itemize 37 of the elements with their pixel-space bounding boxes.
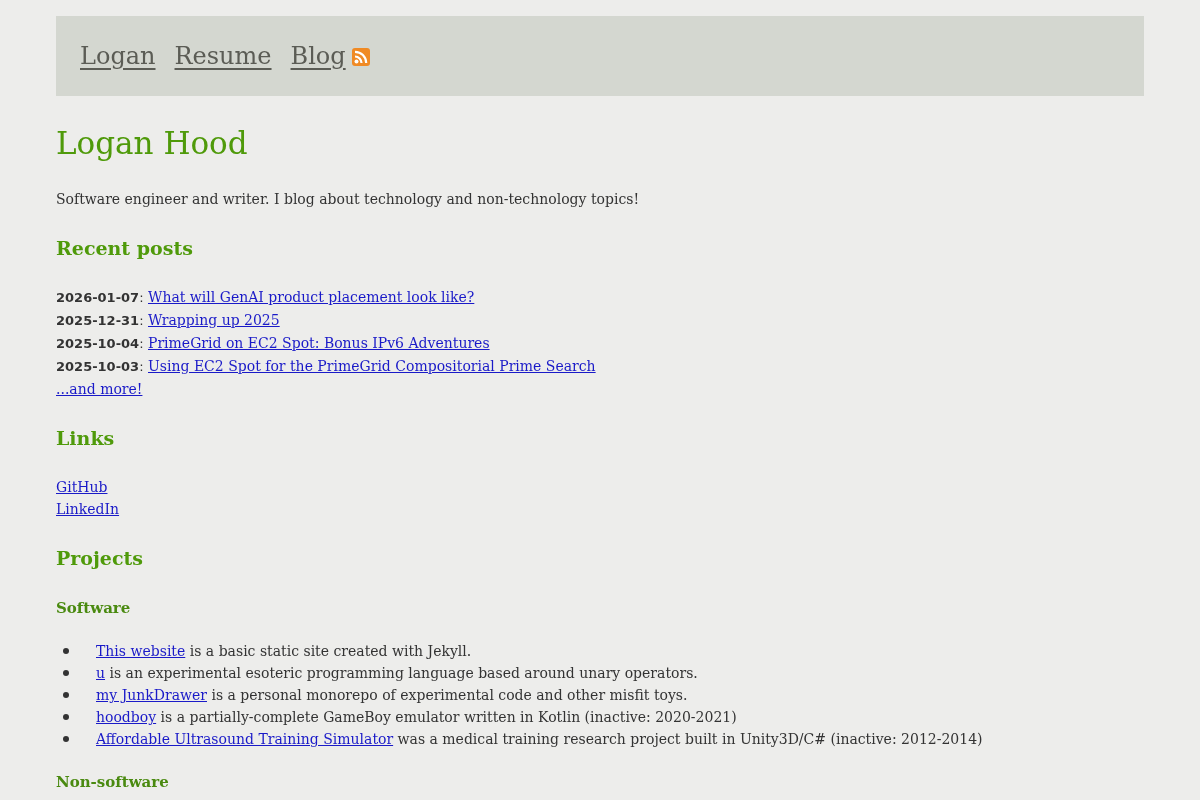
project-link[interactable]: hoodboy bbox=[96, 709, 157, 725]
subsection-heading: Non-software bbox=[56, 772, 170, 793]
bullet-icon bbox=[63, 714, 69, 720]
project-link[interactable]: u bbox=[96, 665, 106, 681]
project-description: Affordable Ultrasound Training Simulator was a medical training research project built in Unity3D/C# (inactive: 2012-2014) bbox=[96, 730, 983, 749]
post-entry: 2025-10-03: Using EC2 Spot for the PrimeGrid Compositorial Prime Search bbox=[56, 357, 597, 376]
post-link[interactable]: What will GenAI product placement look like? bbox=[148, 289, 475, 305]
project-description: This website is a basic static site created with Jekyll. bbox=[96, 642, 472, 661]
project-link[interactable]: my JunkDrawer bbox=[96, 687, 207, 703]
section-heading: Recent posts bbox=[56, 236, 194, 261]
post-entry: 2025-10-04: PrimeGrid on EC2 Spot: Bonus IPv6 Adventures bbox=[56, 334, 491, 353]
intro-text: Software engineer and writer. I blog about technology and non-technology topics! bbox=[56, 190, 641, 209]
page-title: Logan Hood bbox=[56, 124, 249, 163]
rss-feed-icon[interactable] bbox=[351, 48, 370, 66]
project-description: hoodboy is a partially-complete GameBoy emulator written in Kotlin (inactive: 2020-2021) bbox=[96, 708, 737, 727]
project-link[interactable]: This website bbox=[96, 643, 186, 659]
project-link[interactable]: Affordable Ultrasound Training Simulator bbox=[96, 731, 394, 747]
bullet-icon bbox=[63, 648, 69, 654]
nav-link[interactable]: Logan bbox=[80, 40, 156, 72]
post-link[interactable]: Wrapping up 2025 bbox=[148, 312, 280, 328]
post-entry: 2026-01-07: What will GenAI product placement look like? bbox=[56, 288, 476, 307]
project-description: u is an experimental esoteric programming language based around unary operators. bbox=[96, 664, 698, 683]
profile-link[interactable]: GitHub bbox=[56, 479, 108, 495]
more-posts-link[interactable]: ...and more! bbox=[56, 381, 143, 397]
subsection-heading: Software bbox=[56, 598, 132, 619]
nav-link[interactable]: Blog bbox=[290, 40, 346, 72]
post-entry: 2025-12-31: Wrapping up 2025 bbox=[56, 311, 281, 330]
nav-link[interactable]: Resume bbox=[174, 40, 272, 72]
profile-link[interactable]: LinkedIn bbox=[56, 501, 120, 517]
bullet-icon bbox=[63, 736, 69, 742]
post-link[interactable]: Using EC2 Spot for the PrimeGrid Compositorial Prime Search bbox=[148, 358, 596, 374]
project-description: my JunkDrawer is a personal monorepo of experimental code and other misfit toys. bbox=[96, 686, 688, 705]
bullet-icon bbox=[63, 670, 69, 676]
section-heading: Links bbox=[56, 426, 116, 451]
post-link[interactable]: PrimeGrid on EC2 Spot: Bonus IPv6 Adventures bbox=[148, 335, 490, 351]
section-heading: Projects bbox=[56, 546, 144, 571]
bullet-icon bbox=[63, 692, 69, 698]
